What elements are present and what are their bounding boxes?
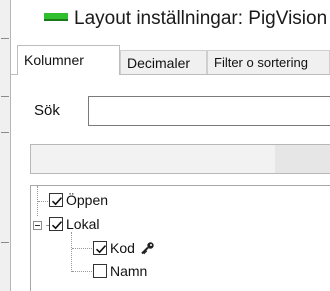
- tree-line: [72, 271, 92, 272]
- edge-tick: [1, 96, 9, 97]
- filter-bar[interactable]: [30, 144, 330, 174]
- tab-strip: Kolumner Decimaler Filter o sortering: [11, 44, 330, 75]
- filter-bar-button[interactable]: [275, 145, 330, 173]
- check-icon: [51, 221, 63, 230]
- collapse-toggle-lokal[interactable]: [33, 221, 42, 230]
- tab-decimaler[interactable]: Decimaler: [120, 50, 207, 74]
- window-title: Layout inställningar: PigVision: [74, 8, 328, 29]
- tab-filter-o-sortering[interactable]: Filter o sortering: [207, 50, 330, 74]
- search-input[interactable]: [88, 96, 330, 126]
- column-tree[interactable]: Öppen Lokal Kod Namn: [30, 185, 330, 291]
- tree-label-namn[interactable]: Namn: [110, 263, 147, 279]
- edge-tick: [1, 38, 9, 39]
- layout-settings-window: Layout inställningar: PigVision Kolumner…: [0, 0, 330, 291]
- checkbox-kod[interactable]: [93, 241, 107, 255]
- checkbox-lokal[interactable]: [49, 217, 63, 231]
- key-icon: [141, 242, 154, 255]
- tab-kolumner[interactable]: Kolumner: [17, 45, 120, 75]
- title-bar[interactable]: Layout inställningar: PigVision: [11, 0, 330, 44]
- tree-label-oppen[interactable]: Öppen: [66, 192, 108, 208]
- edge-tick: [1, 242, 9, 243]
- tree-label-kod[interactable]: Kod: [110, 240, 135, 256]
- check-icon: [95, 245, 107, 254]
- tree-line: [72, 248, 92, 249]
- app-icon-shadow: [44, 19, 68, 21]
- tree-line: [46, 225, 48, 226]
- search-label: Sök: [34, 102, 60, 119]
- tree-line: [38, 201, 48, 202]
- window-edge: [0, 0, 10, 291]
- tree-label-lokal[interactable]: Lokal: [66, 216, 99, 232]
- checkbox-oppen[interactable]: [49, 193, 63, 207]
- tree-line: [71, 232, 72, 272]
- check-icon: [51, 197, 63, 206]
- checkbox-namn[interactable]: [93, 264, 107, 278]
- edge-tick: [1, 132, 9, 133]
